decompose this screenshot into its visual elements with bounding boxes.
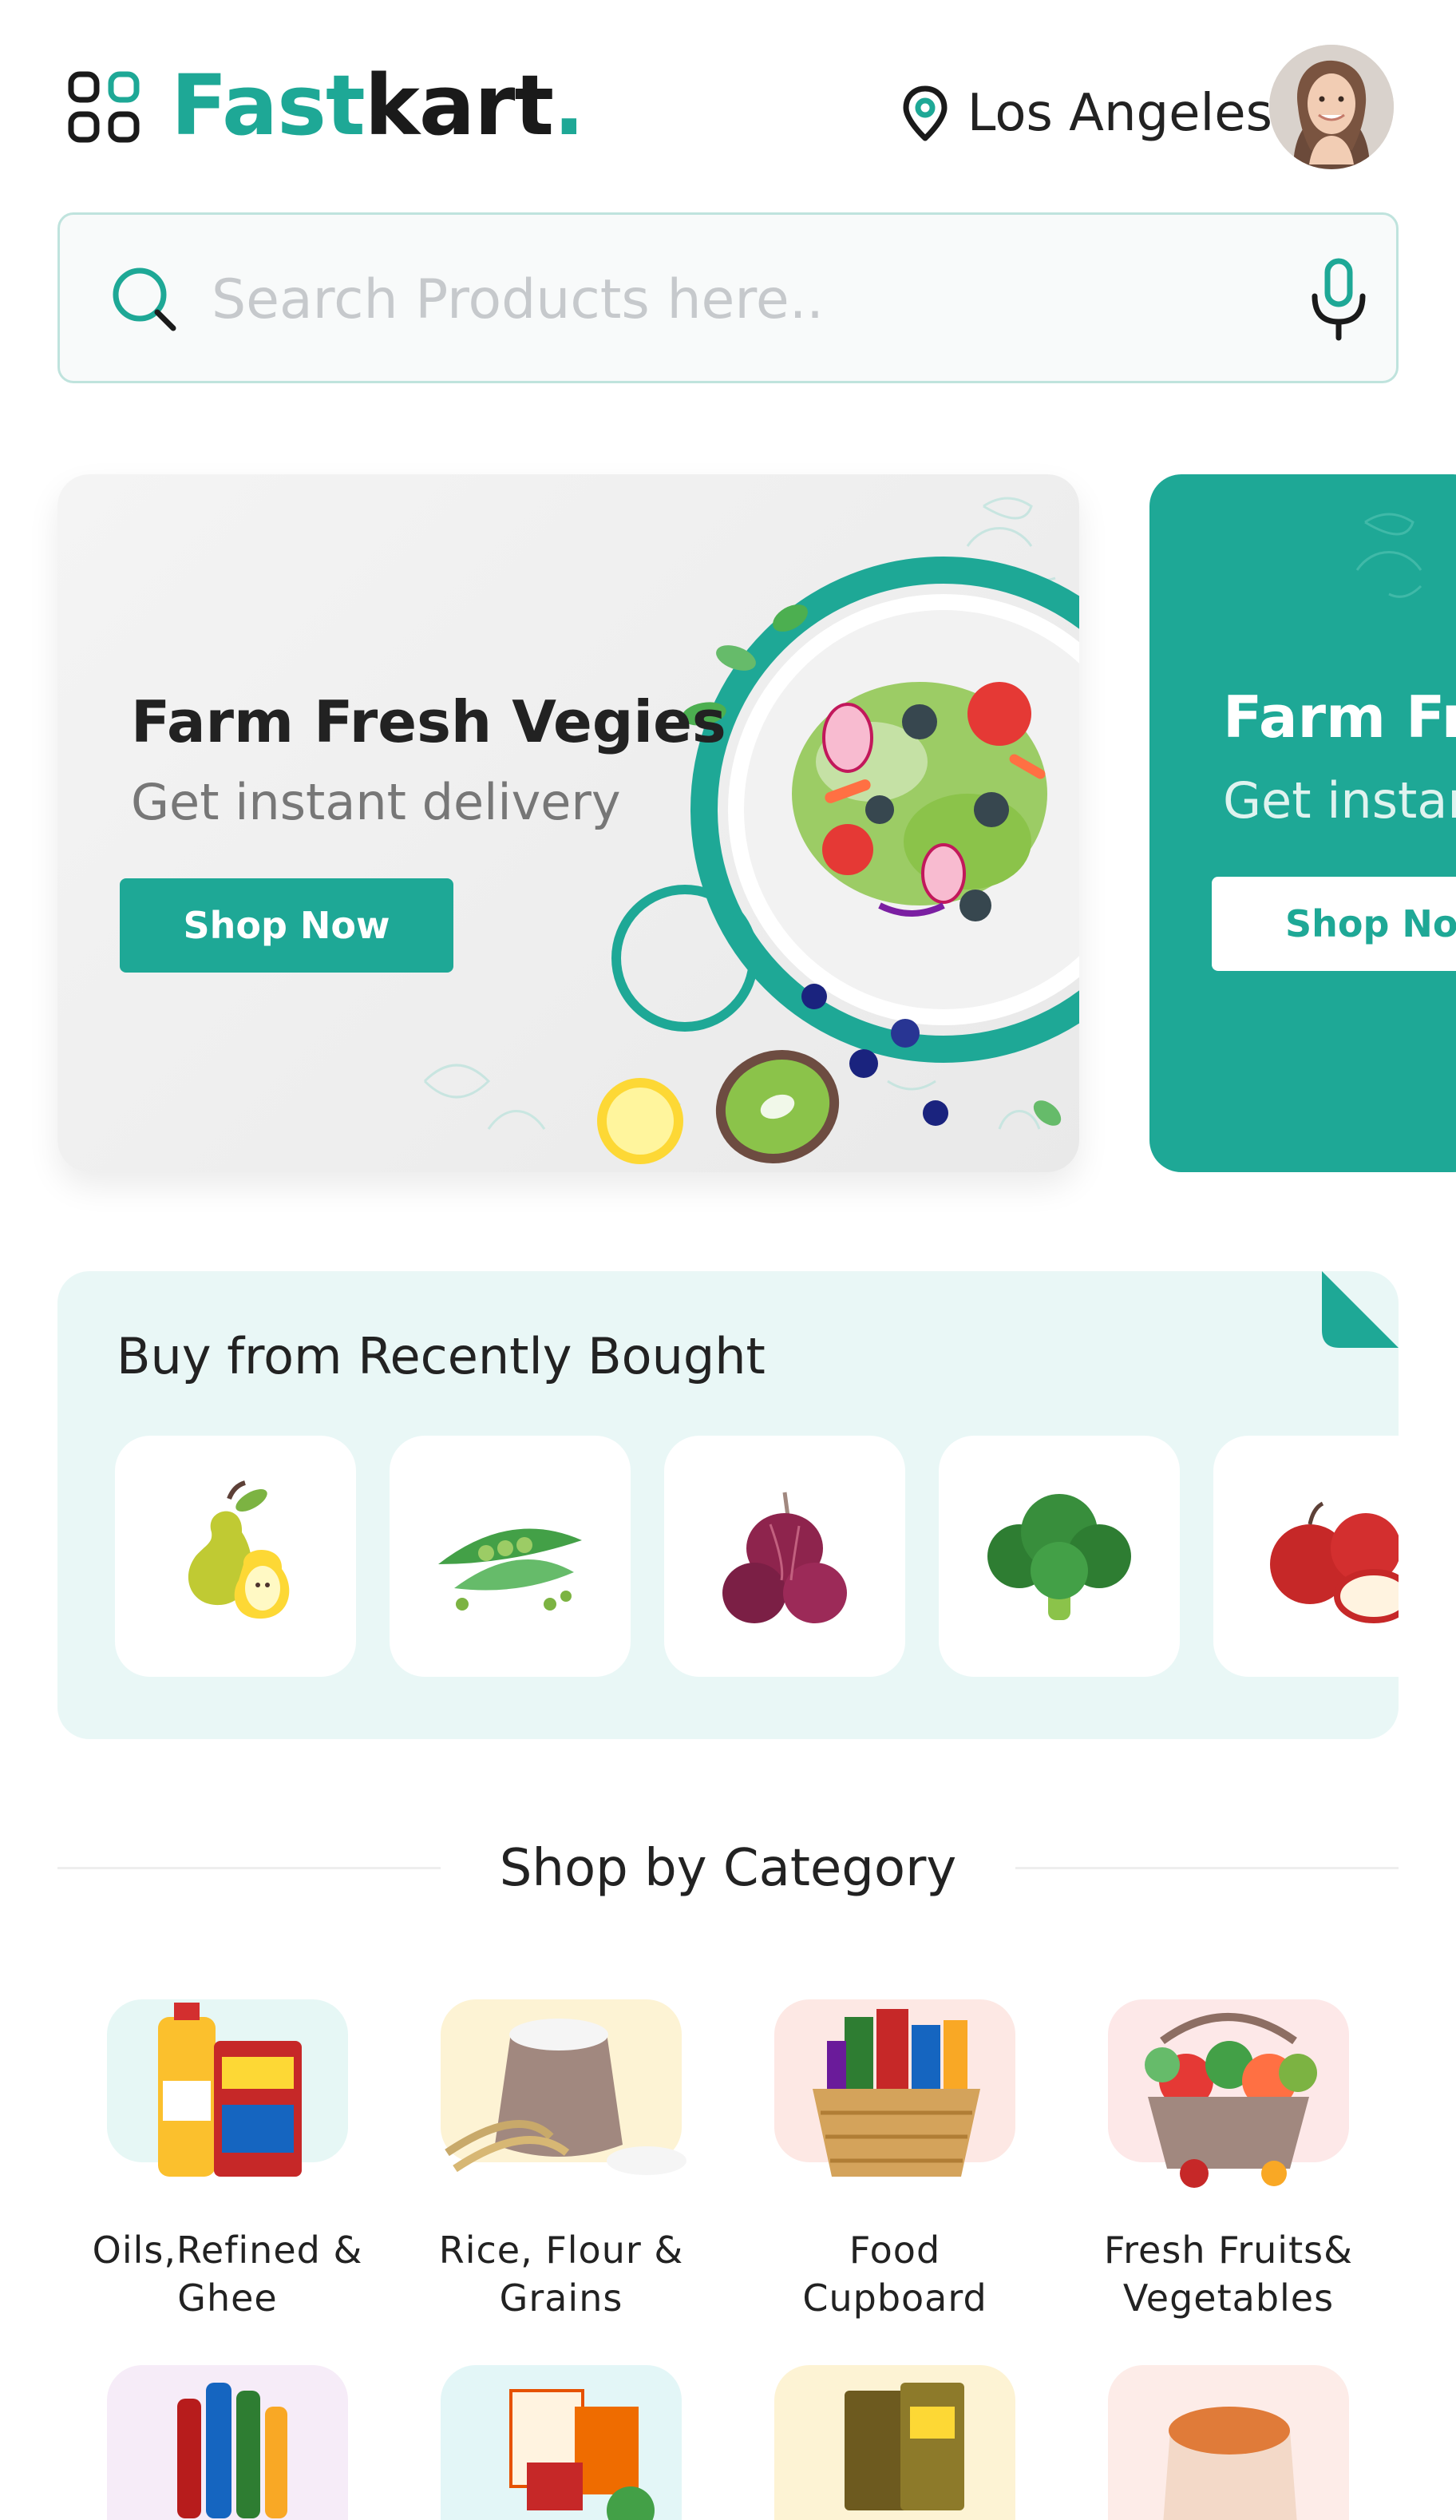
logo-dot: . bbox=[553, 57, 585, 154]
recent-item-peas[interactable] bbox=[390, 1436, 631, 1677]
flour-sack-icon bbox=[445, 2019, 686, 2175]
category-label-line1: Oils,Refined & bbox=[92, 2229, 363, 2272]
category-label-line1: Food bbox=[849, 2229, 941, 2272]
recent-item-onion[interactable] bbox=[664, 1436, 905, 1677]
broccoli-icon bbox=[987, 1494, 1131, 1620]
avatar-portrait bbox=[1269, 45, 1394, 169]
category-label: Oils,Refined & Ghee bbox=[42, 2226, 413, 2322]
mic-icon[interactable] bbox=[1305, 256, 1372, 344]
location-selector[interactable]: Los Angeles bbox=[900, 80, 1272, 147]
logo-text-kart: kart bbox=[364, 57, 554, 154]
recent-item-pear[interactable] bbox=[115, 1436, 356, 1677]
promo-banner-farm-fresh[interactable]: Farm Fresh Vegies Get instant delivery S… bbox=[57, 474, 1079, 1172]
shop-now-button-next[interactable]: Shop Nov bbox=[1212, 877, 1456, 971]
logo-text-fast: Fast bbox=[171, 57, 366, 154]
green-peas-icon bbox=[438, 1528, 582, 1611]
grid-menu-icon[interactable] bbox=[67, 70, 140, 144]
search-input[interactable] bbox=[212, 245, 1249, 354]
user-avatar[interactable] bbox=[1269, 45, 1394, 169]
category-label: Rice, Flour & Grains bbox=[375, 2226, 747, 2322]
banner-subtitle: Get instant delivery bbox=[131, 773, 621, 831]
shop-now-button[interactable]: Shop Now bbox=[120, 878, 453, 973]
category-label-line2: Vegetables bbox=[1122, 2276, 1335, 2320]
oil-bottles-icon bbox=[158, 2003, 302, 2177]
red-apple-icon bbox=[1270, 1501, 1399, 1623]
category-label-line2: Cupboard bbox=[802, 2276, 987, 2320]
category-label: Food Cupboard bbox=[709, 2226, 1081, 2322]
snack-packs-icon bbox=[845, 2383, 964, 2510]
packaged-food-icon bbox=[509, 2389, 655, 2520]
food-basket-icon bbox=[813, 2009, 980, 2177]
red-onion-icon bbox=[722, 1492, 847, 1623]
recently-bought-section: Buy from Recently Bought bbox=[57, 1271, 1399, 1739]
search-bar[interactable] bbox=[57, 212, 1399, 383]
category-label-line1: Fresh Fruits& bbox=[1104, 2229, 1353, 2272]
pear-icon bbox=[188, 1480, 290, 1619]
category-section-header: Shop by Category bbox=[57, 1829, 1399, 1908]
category-label-line2: Ghee bbox=[177, 2276, 278, 2320]
brand-logo[interactable]: Fastkart. bbox=[171, 57, 585, 154]
location-label: Los Angeles bbox=[967, 84, 1272, 143]
banner-title-next: Farm Fr bbox=[1223, 683, 1456, 751]
recent-item-apple[interactable] bbox=[1213, 1436, 1399, 1677]
divider-left bbox=[57, 1867, 441, 1869]
app-header: Fastkart. Los Angeles bbox=[0, 0, 1456, 208]
category-label-line2: Grains bbox=[499, 2276, 623, 2320]
recent-item-broccoli[interactable] bbox=[939, 1436, 1180, 1677]
promo-banner-next[interactable]: Farm Fr Get instar Shop Nov bbox=[1149, 474, 1456, 1172]
category-label: Fresh Fruits& Vegetables bbox=[1043, 2226, 1414, 2322]
banner-title: Farm Fresh Vegies bbox=[131, 688, 726, 755]
location-pin-icon bbox=[903, 85, 948, 141]
divider-right bbox=[1015, 1867, 1399, 1869]
pulses-sack-icon bbox=[1163, 2407, 1297, 2520]
soft-drinks-icon bbox=[177, 2383, 287, 2518]
banner-subtitle-next: Get instar bbox=[1223, 771, 1456, 830]
corner-fold-decoration bbox=[1322, 1271, 1399, 1348]
veg-basket-icon bbox=[1145, 2013, 1317, 2188]
category-section-title: Shop by Category bbox=[454, 1839, 1002, 1898]
category-label-line1: Rice, Flour & bbox=[438, 2229, 684, 2272]
recent-section-title: Buy from Recently Bought bbox=[117, 1327, 766, 1385]
search-icon[interactable] bbox=[106, 261, 183, 338]
